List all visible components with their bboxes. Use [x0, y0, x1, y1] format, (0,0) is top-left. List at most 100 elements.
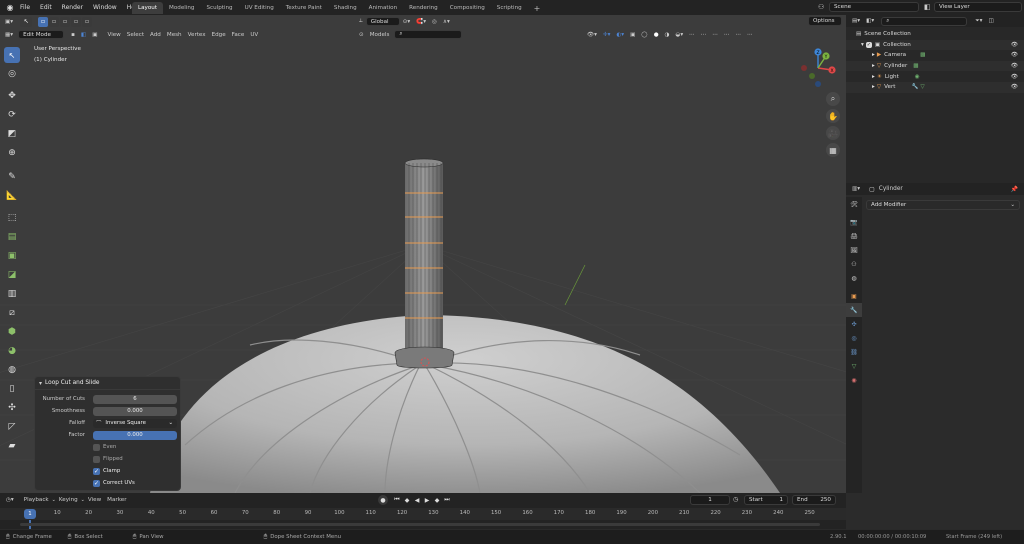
expand-arrow-icon[interactable]: ▸: [872, 74, 875, 80]
menu-vertex[interactable]: Vertex: [185, 29, 209, 40]
scene-selector[interactable]: Scene: [829, 2, 919, 12]
next-key-icon[interactable]: ◆: [432, 497, 442, 504]
scale-tool-icon[interactable]: ◩: [4, 126, 20, 142]
outliner-search-input[interactable]: ⌕: [881, 16, 968, 26]
cursor-tool-icon[interactable]: ◎: [4, 66, 20, 82]
viewport-search-input[interactable]: ⌕: [394, 30, 463, 39]
menu-file[interactable]: File: [20, 4, 30, 11]
face-select-icon[interactable]: ▣: [89, 29, 100, 40]
jump-start-icon[interactable]: ⏮: [392, 496, 402, 504]
tab-animation[interactable]: Animation: [363, 2, 404, 14]
scene-collection-row[interactable]: ▤ Scene Collection: [846, 29, 1024, 40]
move-tool-icon[interactable]: ✥: [4, 88, 20, 104]
inset-tool-icon[interactable]: ▣: [4, 248, 20, 264]
menu-view[interactable]: View: [104, 29, 123, 40]
loop-cut-tool-icon[interactable]: ▥: [4, 286, 20, 302]
orientation-icon[interactable]: ⟂: [356, 16, 366, 27]
flipped-checkbox[interactable]: [93, 455, 100, 463]
tab-texture-paint[interactable]: Texture Paint: [280, 2, 328, 14]
shear-tool-icon[interactable]: ◸: [4, 419, 20, 435]
menu-playback[interactable]: Playback: [21, 495, 52, 506]
factor-slider[interactable]: 0.000: [93, 430, 177, 440]
expand-arrow-icon[interactable]: ▸: [872, 63, 875, 69]
visibility-eye-icon[interactable]: 👁: [1011, 74, 1018, 80]
output-tab-icon[interactable]: 🖨: [846, 229, 862, 243]
menu-marker[interactable]: Marker: [104, 495, 129, 506]
menu-timeline-view[interactable]: View: [85, 495, 104, 506]
options-button[interactable]: Options: [808, 16, 842, 26]
poly-build-tool-icon[interactable]: ⬢: [4, 324, 20, 340]
select-mode-subtract-icon[interactable]: ▫: [60, 16, 71, 27]
menu-add[interactable]: Add: [147, 29, 164, 40]
add-cube-tool-icon[interactable]: ⬚: [4, 210, 20, 226]
select-mode-invert-icon[interactable]: ▫: [71, 16, 82, 27]
knife-tool-icon[interactable]: ⧄: [4, 305, 20, 321]
pan-hand-icon[interactable]: ✋: [826, 109, 840, 123]
visibility-icon[interactable]: 👁▾: [584, 29, 600, 40]
playhead-frame[interactable]: 1: [24, 509, 36, 519]
collection-row[interactable]: ▾ ✓ ▣ Collection 👁: [846, 39, 1024, 51]
pivot-icon[interactable]: ⊙▾: [400, 16, 414, 27]
play-icon[interactable]: ▶: [422, 497, 432, 504]
view-layer-selector[interactable]: View Layer: [934, 2, 1022, 12]
shrink-fatten-tool-icon[interactable]: ✣: [4, 400, 20, 416]
play-reverse-icon[interactable]: ◀: [412, 497, 422, 504]
object-tab-icon[interactable]: ▣: [846, 289, 862, 303]
clamp-checkbox[interactable]: ✓: [93, 467, 100, 475]
visibility-eye-icon[interactable]: 👁: [1011, 84, 1018, 90]
mesh-edit-overlay-2-icon[interactable]: ⋯: [698, 29, 710, 40]
current-frame-field[interactable]: 1: [690, 495, 730, 505]
expand-arrow-icon[interactable]: ▸: [872, 52, 875, 58]
xray-icon[interactable]: ▣: [627, 29, 638, 40]
loop-cut-operator-panel[interactable]: ▾ Loop Cut and Slide Number of Cuts 6 Sm…: [34, 376, 181, 491]
mesh-edit-overlay-5-icon[interactable]: ⋯: [733, 29, 745, 40]
collection-checkbox[interactable]: ✓: [865, 41, 872, 48]
orientation-selector[interactable]: Global: [365, 17, 400, 26]
tab-uv-editing[interactable]: UV Editing: [239, 2, 280, 14]
constraints-tab-icon[interactable]: ⛓: [846, 345, 862, 359]
zoom-icon[interactable]: ⌕: [826, 92, 840, 106]
mesh-edit-overlay-6-icon[interactable]: ⋯: [744, 29, 756, 40]
camera-view-icon[interactable]: 🎥: [826, 126, 840, 140]
snap-icon[interactable]: 🧲▾: [413, 16, 429, 27]
new-collection-icon[interactable]: ◫: [985, 16, 996, 27]
select-mode-intersect-icon[interactable]: ▫: [82, 16, 93, 27]
jump-end-icon[interactable]: ⏭: [442, 496, 452, 504]
outliner-item-light[interactable]: ▸ ☀ Light ◉ 👁: [846, 71, 1024, 82]
tab-shading[interactable]: Shading: [328, 2, 363, 14]
outliner-editor-type-icon[interactable]: ▤▾: [849, 16, 863, 27]
record-icon[interactable]: ●: [378, 495, 388, 505]
mesh-edit-overlay-icon[interactable]: ⋯: [686, 29, 698, 40]
particles-tab-icon[interactable]: ✣: [846, 317, 862, 331]
bevel-tool-icon[interactable]: ◪: [4, 267, 20, 283]
pin-icon[interactable]: 📌: [1011, 186, 1018, 193]
select-tool-icon[interactable]: ↖: [20, 16, 33, 27]
navigation-gizmo[interactable]: Z X Y: [796, 46, 840, 90]
filter-icon[interactable]: ⏷▾: [972, 16, 985, 27]
menu-keying[interactable]: Keying: [56, 495, 81, 506]
timeline-editor-type-icon[interactable]: ◷▾: [3, 495, 17, 506]
extrude-tool-icon[interactable]: ▤: [4, 229, 20, 245]
expand-arrow-icon[interactable]: ▾: [861, 42, 864, 48]
select-mode-extend-icon[interactable]: ▫: [49, 16, 60, 27]
falloff-icon[interactable]: ∧▾: [440, 16, 453, 27]
menu-edit[interactable]: Edit: [40, 4, 52, 11]
scene-tab-icon[interactable]: ⚇: [846, 257, 862, 271]
timeline-area[interactable]: [0, 520, 846, 529]
mode-selector[interactable]: Edit Mode: [18, 30, 65, 39]
menu-uv[interactable]: UV: [247, 29, 261, 40]
preview-range-clock-icon[interactable]: ◷: [733, 496, 738, 503]
measure-tool-icon[interactable]: 📐: [4, 188, 20, 204]
vertex-select-icon[interactable]: ▪: [68, 29, 78, 40]
overlay-icon[interactable]: ◐▾: [613, 29, 627, 40]
menu-mesh[interactable]: Mesh: [164, 29, 185, 40]
display-mode-icon[interactable]: ◧▾: [863, 16, 877, 27]
rendered-shading-icon[interactable]: ◒▾: [672, 29, 686, 40]
start-frame-field[interactable]: Start 1: [744, 495, 788, 505]
scene-icon[interactable]: ⚇: [818, 3, 824, 11]
expand-arrow-icon[interactable]: ▸: [872, 84, 875, 90]
end-frame-field[interactable]: End 250: [792, 495, 836, 505]
prev-key-icon[interactable]: ◆: [402, 497, 412, 504]
menu-select[interactable]: Select: [124, 29, 147, 40]
menu-render[interactable]: Render: [62, 4, 83, 11]
